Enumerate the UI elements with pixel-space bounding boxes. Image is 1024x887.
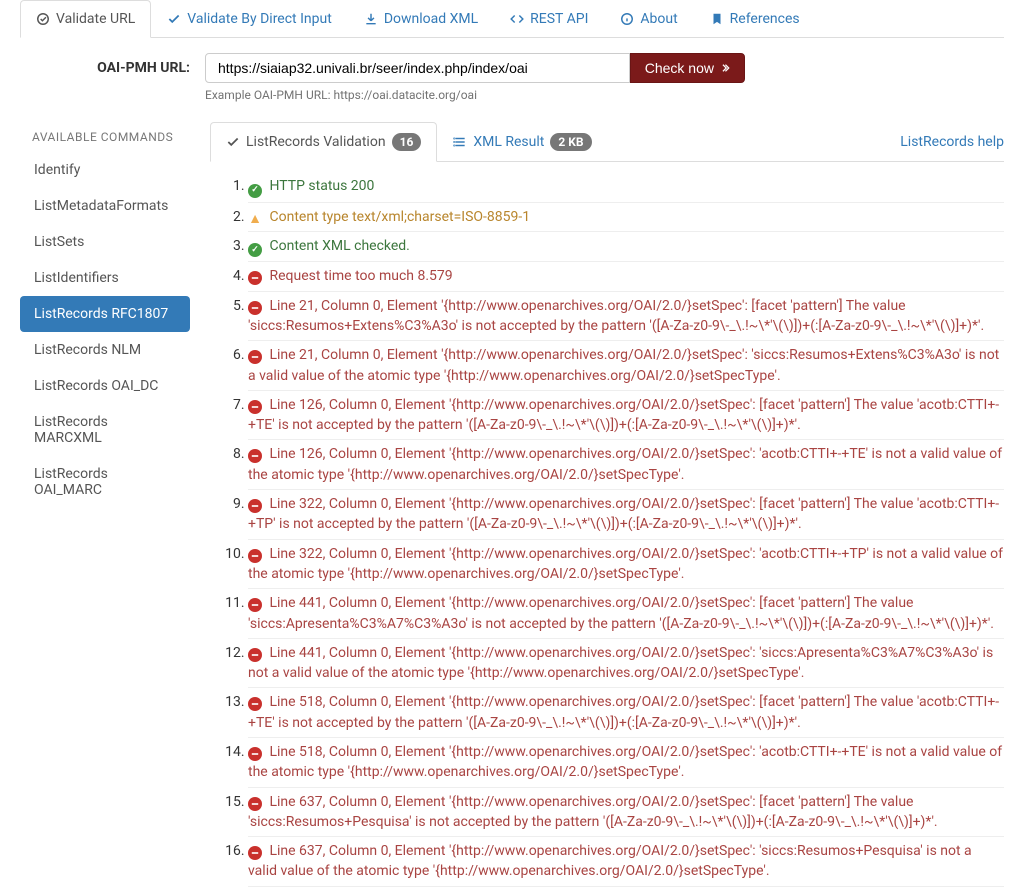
download-icon xyxy=(364,12,378,26)
list-icon xyxy=(453,135,467,149)
check-circle-icon: ✓ xyxy=(248,243,262,257)
sidebar-item-listidentifiers[interactable]: ListIdentifiers xyxy=(20,260,190,296)
sidebar-item-identify[interactable]: Identify xyxy=(20,152,190,188)
result-text: Line 637, Column 0, Element '{http://www… xyxy=(248,794,938,830)
minus-circle-icon xyxy=(248,350,262,364)
minus-circle-icon xyxy=(248,549,262,563)
tab-about[interactable]: About xyxy=(604,0,693,38)
minus-circle-icon xyxy=(248,271,262,285)
tab-label: ListRecords Validation xyxy=(246,134,386,150)
minus-circle-icon xyxy=(248,598,262,612)
result-text: Line 441, Column 0, Element '{http://www… xyxy=(248,595,994,631)
sidebar-item-listmetadataformats[interactable]: ListMetadataFormats xyxy=(20,188,190,224)
check-icon xyxy=(167,12,181,26)
sidebar-item-listrecords-oai-marc[interactable]: ListRecords OAI_MARC xyxy=(20,456,190,508)
sidebar-item-listrecords-oai-dc[interactable]: ListRecords OAI_DC xyxy=(20,368,190,404)
check-circle-icon: ✓ xyxy=(248,184,262,198)
sidebar-title: AVAILABLE COMMANDS xyxy=(20,122,190,152)
sidebar-item-listsets[interactable]: ListSets xyxy=(20,224,190,260)
result-text: Request time too much 8.579 xyxy=(248,268,453,284)
result-item: Line 126, Column 0, Element '{http://www… xyxy=(248,391,1004,441)
minus-circle-icon xyxy=(248,697,262,711)
tab-references[interactable]: References xyxy=(694,0,816,38)
result-text: ▲ Content type text/xml;charset=ISO-8859… xyxy=(248,209,530,225)
sidebar-item-listrecords-marcxml[interactable]: ListRecords MARCXML xyxy=(20,404,190,456)
result-item: Line 441, Column 0, Element '{http://www… xyxy=(248,589,1004,639)
result-text: Line 322, Column 0, Element '{http://www… xyxy=(248,546,1003,582)
result-text: Line 518, Column 0, Element '{http://www… xyxy=(248,744,1002,780)
result-item: Line 126, Column 0, Element '{http://www… xyxy=(248,440,1004,490)
result-item: Line 518, Column 0, Element '{http://www… xyxy=(248,688,1004,738)
result-item: Line 21, Column 0, Element '{http://www.… xyxy=(248,341,1004,391)
minus-circle-icon xyxy=(248,797,262,811)
xml-size-badge: 2 KB xyxy=(550,133,591,151)
result-item: Request time too much 8.579 xyxy=(248,262,1004,291)
result-item: Line 21, Column 0, Element '{http://www.… xyxy=(248,292,1004,342)
tab-label: About xyxy=(640,11,677,27)
result-item: Line 637, Column 0, Element '{http://www… xyxy=(248,837,1004,887)
result-text: Line 21, Column 0, Element '{http://www.… xyxy=(248,347,999,383)
tab-rest-api[interactable]: REST API xyxy=(494,0,604,38)
top-nav-tabs: Validate URL Validate By Direct Input Do… xyxy=(20,0,1004,38)
tab-validate-url[interactable]: Validate URL xyxy=(20,0,151,38)
minus-circle-icon xyxy=(248,648,262,662)
validation-results: ✓ HTTP status 200 ▲ Content type text/xml… xyxy=(210,162,1004,887)
tab-xml-result[interactable]: XML Result 2 KB xyxy=(437,122,607,162)
tab-label: Validate URL xyxy=(56,11,135,27)
listrecords-help-link[interactable]: ListRecords help xyxy=(900,124,1004,160)
result-item: Line 322, Column 0, Element '{http://www… xyxy=(248,540,1004,590)
sidebar-item-listrecords-nlm[interactable]: ListRecords NLM xyxy=(20,332,190,368)
tab-validation[interactable]: ListRecords Validation 16 xyxy=(210,122,437,162)
tab-label: XML Result xyxy=(473,134,544,150)
url-help-text: Example OAI-PMH URL: https://oai.datacit… xyxy=(205,88,1004,102)
result-text: Line 126, Column 0, Element '{http://www… xyxy=(248,397,999,433)
result-item: ▲ Content type text/xml;charset=ISO-8859… xyxy=(248,203,1004,232)
result-tabs: ListRecords Validation 16 XML Result 2 K… xyxy=(210,122,1004,162)
check-icon xyxy=(226,135,240,149)
result-item: Line 518, Column 0, Element '{http://www… xyxy=(248,738,1004,788)
minus-circle-icon xyxy=(248,449,262,463)
tab-label: REST API xyxy=(530,11,588,27)
result-item: Line 637, Column 0, Element '{http://www… xyxy=(248,788,1004,838)
minus-circle-icon xyxy=(248,846,262,860)
validation-count-badge: 16 xyxy=(392,133,422,151)
check-now-button[interactable]: Check now xyxy=(630,53,745,83)
result-text: Line 21, Column 0, Element '{http://www.… xyxy=(248,298,984,334)
minus-circle-icon xyxy=(248,301,262,315)
tab-label: Download XML xyxy=(384,11,478,27)
result-text: Line 518, Column 0, Element '{http://www… xyxy=(248,694,999,730)
oai-url-input[interactable] xyxy=(205,53,630,83)
sidebar-item-listrecords-rfc1807[interactable]: ListRecords RFC1807 xyxy=(20,296,190,332)
info-icon xyxy=(620,12,634,26)
result-text: Line 441, Column 0, Element '{http://www… xyxy=(248,645,993,681)
tab-label: References xyxy=(730,11,800,27)
bookmark-icon xyxy=(710,12,724,26)
url-label: OAI-PMH URL: xyxy=(20,53,205,76)
commands-sidebar: AVAILABLE COMMANDS IdentifyListMetadataF… xyxy=(20,122,190,887)
result-text: ✓ HTTP status 200 xyxy=(248,178,374,194)
minus-circle-icon xyxy=(248,400,262,414)
chevron-right-icon xyxy=(720,63,730,73)
result-item: Line 441, Column 0, Element '{http://www… xyxy=(248,639,1004,689)
minus-circle-icon xyxy=(248,499,262,513)
result-item: Line 322, Column 0, Element '{http://www… xyxy=(248,490,1004,540)
warning-icon: ▲ xyxy=(248,212,262,226)
button-label: Check now xyxy=(645,60,714,76)
result-item: ✓ Content XML checked. xyxy=(248,232,1004,263)
code-icon xyxy=(510,12,524,26)
tab-validate-direct[interactable]: Validate By Direct Input xyxy=(151,0,348,38)
minus-circle-icon xyxy=(248,747,262,761)
result-item: ✓ HTTP status 200 xyxy=(248,172,1004,203)
tab-label: Validate By Direct Input xyxy=(187,11,332,27)
tab-download-xml[interactable]: Download XML xyxy=(348,0,494,38)
result-text: Line 637, Column 0, Element '{http://www… xyxy=(248,843,972,879)
result-text: ✓ Content XML checked. xyxy=(248,238,410,254)
result-text: Line 322, Column 0, Element '{http://www… xyxy=(248,496,999,532)
target-icon xyxy=(36,12,50,26)
result-text: Line 126, Column 0, Element '{http://www… xyxy=(248,446,1002,482)
